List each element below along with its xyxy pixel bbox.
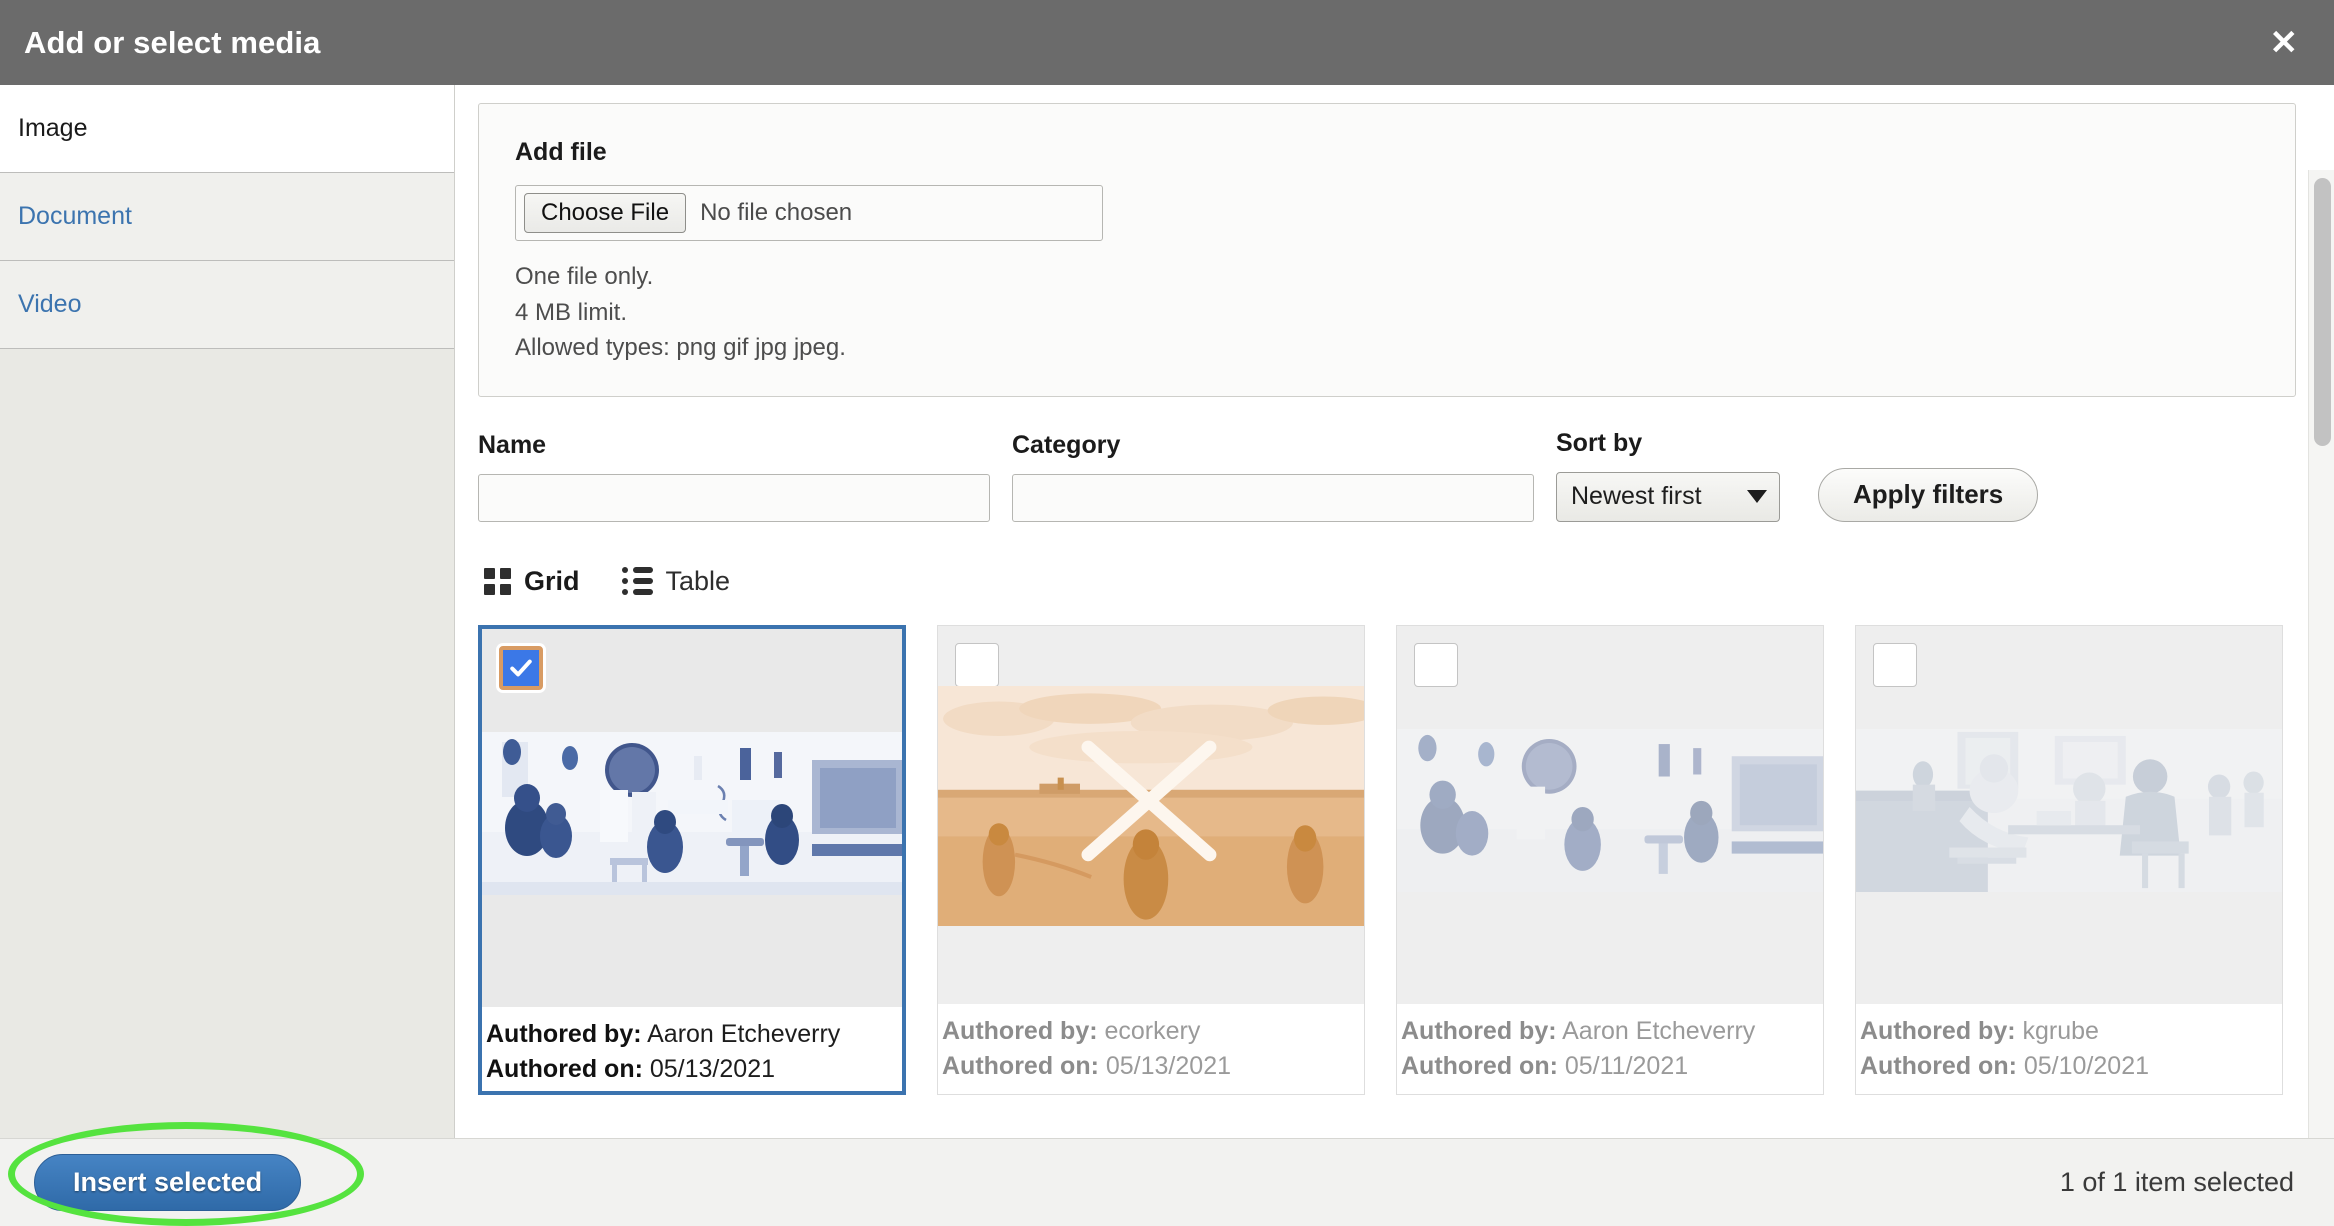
media-card[interactable]: Authored by: Aaron Etcheverry Authored o… [1396, 624, 1824, 1095]
media-date-value: 05/10/2021 [2023, 1052, 2149, 1081]
media-card-meta: Authored by: ecorkery Authored on: 05/13… [938, 1003, 1364, 1085]
sidebar-item-label: Document [18, 202, 132, 230]
media-author-line: Authored by: Aaron Etcheverry [1401, 1014, 1819, 1050]
sidebar-item-image[interactable]: Image [0, 85, 454, 173]
media-author-key: Authored by: [1401, 1016, 1557, 1045]
media-thumbnail-image [1397, 728, 1823, 892]
media-date-key: Authored on: [1860, 1052, 2017, 1081]
media-date-key: Authored on: [1401, 1052, 1558, 1081]
media-thumbnail-zone [938, 625, 1364, 1004]
sort-by-select[interactable]: Newest first [1556, 471, 1780, 522]
scrollbar-thumb[interactable] [2314, 178, 2331, 446]
sidebar-item-label: Video [18, 290, 82, 318]
sidebar-item-video[interactable]: Video [0, 261, 454, 349]
dialog-footer: Insert selected 1 of 1 item selected [0, 1138, 2334, 1226]
sidebar-item-label: Image [18, 114, 88, 142]
sidebar-item-document[interactable]: Document [0, 173, 454, 261]
sort-by-label: Sort by [1556, 428, 1643, 457]
name-filter-field: Name [478, 431, 990, 522]
close-icon[interactable]: ✕ [2262, 22, 2307, 64]
category-filter-input[interactable] [1012, 473, 1534, 522]
selection-status: 1 of 1 item selected [2059, 1167, 2294, 1197]
media-grid: Authored by: Aaron Etcheverry Authored o… [478, 624, 2306, 1095]
media-type-sidebar: Image Document Video [0, 85, 455, 1138]
media-thumbnail-zone [482, 628, 902, 1007]
apply-filters-button[interactable]: Apply filters [1818, 467, 2039, 522]
view-mode-table-label: Table [665, 565, 731, 596]
media-card[interactable]: Authored by: kgrube Authored on: 05/10/2… [1855, 624, 2283, 1095]
help-line-size-limit: 4 MB limit. [515, 298, 628, 326]
media-date-value: 05/11/2021 [1564, 1052, 1689, 1081]
media-date-key: Authored on: [486, 1055, 643, 1084]
add-file-help: One file only. 4 MB limit. Allowed types… [515, 259, 2259, 366]
sort-by-value: Newest first [1571, 482, 1702, 511]
help-line-allowed-types: Allowed types: png gif jpg jpeg. [515, 334, 846, 362]
media-author-value: Aaron Etcheverry [1562, 1016, 1756, 1045]
media-date-line: Authored on: 05/13/2021 [942, 1049, 1360, 1085]
dialog-body: Image Document Video Add file Choose Fil… [0, 85, 2334, 1223]
media-author-value: kgrube [2022, 1016, 2099, 1045]
add-file-fieldset: Add file Choose File No file chosen One … [478, 103, 2296, 397]
name-filter-input[interactable] [478, 473, 990, 522]
view-mode-table[interactable]: Table [621, 565, 731, 597]
vertical-scrollbar[interactable] [2308, 170, 2334, 1223]
category-filter-field: Category [1012, 431, 1534, 522]
media-author-key: Authored by: [486, 1019, 642, 1048]
media-date-key: Authored on: [942, 1052, 1099, 1081]
file-input[interactable]: Choose File No file chosen [515, 185, 1103, 241]
add-file-label: Add file [515, 138, 607, 166]
filter-bar: Name Category Sort by Newest first Apply… [478, 429, 2306, 522]
media-thumbnail-zone [1856, 625, 2282, 1004]
table-icon [621, 567, 653, 596]
media-thumbnail-image [938, 685, 1364, 926]
dialog-titlebar: Add or select media ✕ [0, 0, 2334, 85]
media-card-meta: Authored by: kgrube Authored on: 05/10/2… [1856, 1003, 2282, 1085]
dialog-title: Add or select media [24, 24, 321, 60]
media-select-checkbox[interactable] [1873, 642, 1917, 687]
view-mode-toggle: Grid Table [484, 566, 2306, 597]
media-author-line: Authored by: Aaron Etcheverry [486, 1017, 898, 1053]
help-line-one-file: One file only. [515, 263, 654, 290]
media-select-checkbox[interactable] [499, 645, 543, 690]
grid-icon [484, 567, 511, 595]
main-panel: Add file Choose File No file chosen One … [456, 85, 2334, 1138]
sort-by-field: Sort by Newest first [1556, 429, 1780, 522]
media-card-meta: Authored by: Aaron Etcheverry Authored o… [1397, 1003, 1823, 1085]
view-mode-grid[interactable]: Grid [484, 566, 580, 597]
media-card-meta: Authored by: Aaron Etcheverry Authored o… [482, 1006, 902, 1088]
media-author-key: Authored by: [1860, 1016, 2016, 1045]
media-select-checkbox[interactable] [1414, 642, 1458, 687]
media-date-line: Authored on: 05/10/2021 [1860, 1049, 2278, 1085]
media-author-value: Aaron Etcheverry [647, 1019, 841, 1048]
media-date-value: 05/13/2021 [649, 1055, 775, 1084]
media-date-line: Authored on: 05/11/2021 [1401, 1049, 1819, 1085]
media-card[interactable]: Authored by: Aaron Etcheverry Authored o… [478, 624, 906, 1095]
chevron-down-icon [1747, 490, 1767, 504]
media-thumbnail-zone [1397, 625, 1823, 1004]
file-status-text: No file chosen [700, 199, 853, 226]
media-card[interactable]: Authored by: ecorkery Authored on: 05/13… [937, 624, 1365, 1095]
media-author-key: Authored by: [942, 1016, 1098, 1045]
sidebar-filler [0, 349, 454, 1138]
category-filter-label: Category [1012, 430, 1121, 459]
media-author-line: Authored by: ecorkery [942, 1014, 1360, 1050]
insert-selected-button[interactable]: Insert selected [34, 1154, 302, 1211]
media-thumbnail-image [482, 731, 902, 895]
media-select-checkbox[interactable] [955, 642, 999, 687]
media-date-line: Authored on: 05/13/2021 [486, 1052, 898, 1088]
media-date-value: 05/13/2021 [1105, 1052, 1231, 1081]
media-browser-dialog: Add or select media ✕ Image Document Vid… [0, 0, 2334, 1226]
media-author-value: ecorkery [1104, 1016, 1201, 1045]
media-thumbnail-image [1856, 728, 2282, 892]
media-author-line: Authored by: kgrube [1860, 1014, 2278, 1050]
name-filter-label: Name [478, 430, 547, 459]
view-mode-grid-label: Grid [524, 565, 580, 596]
choose-file-button[interactable]: Choose File [524, 193, 687, 233]
